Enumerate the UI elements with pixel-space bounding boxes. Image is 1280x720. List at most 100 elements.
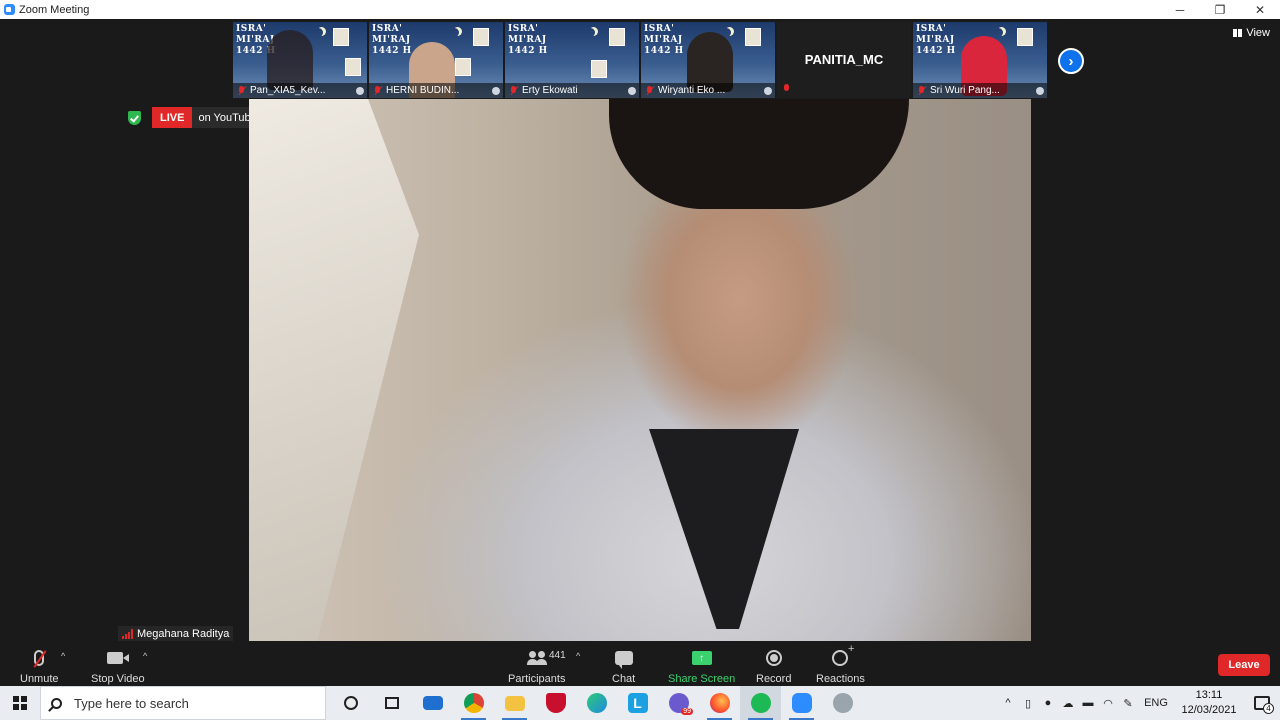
meeting-toolbar: Unmute ^ Stop Video ^ Participants 441 ^… (0, 641, 1280, 686)
show-hidden-icons-icon[interactable]: ^ (998, 686, 1018, 720)
reactions-icon (832, 643, 854, 666)
record-label: Record (756, 673, 792, 685)
chat-label: Chat (612, 673, 636, 685)
chevron-right-icon[interactable]: › (1058, 48, 1084, 74)
moon-icon (450, 28, 459, 37)
poster-photo (455, 58, 471, 76)
audio-options-caret[interactable]: ^ (61, 651, 65, 661)
action-center-button[interactable]: 4 (1244, 686, 1280, 720)
app-badge: 99 (681, 708, 693, 715)
status-icon (764, 87, 772, 95)
status-icon (492, 87, 500, 95)
meeting-area: ISRA' MI'RAJ 1442 H Pan_XIA5_Kev... ISRA… (0, 19, 1280, 642)
app-icon[interactable] (822, 686, 863, 720)
device-icon[interactable]: ▯ (1018, 686, 1038, 720)
file-explorer-icon[interactable] (494, 686, 535, 720)
participant-tile[interactable]: ISRA' MI'RAJ 1442 H Wiryanti Eko ... (641, 22, 775, 98)
participant-name: Erty Ekowati (522, 85, 578, 96)
shield-check-icon[interactable] (128, 110, 141, 125)
minimize-button[interactable]: ─ (1160, 0, 1200, 19)
share-screen-button[interactable]: ↑ Share Screen (668, 647, 735, 685)
close-button[interactable]: ✕ (1240, 0, 1280, 19)
microphone-icon[interactable]: ● (1038, 686, 1058, 720)
status-icon (356, 87, 364, 95)
pen-icon[interactable]: ✎ (1118, 686, 1138, 720)
unmute-label: Unmute (20, 673, 59, 685)
chat-button[interactable]: Chat (612, 647, 635, 685)
participant-name: Wiryanti Eko ... (658, 85, 726, 96)
participant-name-bar: Erty Ekowati (505, 83, 639, 98)
moon-icon (314, 28, 323, 37)
microphone-muted-icon (782, 84, 791, 94)
zoom-app-icon (4, 4, 15, 15)
unmute-button[interactable]: Unmute (20, 647, 59, 685)
leave-button[interactable]: Leave (1218, 654, 1270, 676)
restore-button[interactable]: ❐ (1200, 0, 1240, 19)
microphone-muted-icon (373, 85, 382, 96)
participant-name-bar: Pan_XIA5_Kev... (233, 83, 367, 98)
wifi-icon[interactable]: ◠ (1098, 686, 1118, 720)
zoom-icon[interactable] (781, 686, 822, 720)
microphone-muted-icon (917, 85, 926, 96)
stop-video-button[interactable]: Stop Video (91, 647, 145, 685)
poster-photo (745, 28, 761, 46)
language-indicator[interactable]: ENG (1138, 686, 1174, 720)
poster-text: ISRA' MI'RAJ 1442 H (508, 24, 548, 56)
chrome-icon[interactable] (453, 686, 494, 720)
poster-text: ISRA' MI'RAJ 1442 H (644, 24, 684, 56)
poster-photo (333, 28, 349, 46)
stop-video-label: Stop Video (91, 673, 145, 685)
l-app-icon[interactable]: L (617, 686, 658, 720)
reactions-button[interactable]: Reactions (816, 643, 865, 685)
participant-name: PANITIA_MC (804, 51, 884, 67)
grid-icon (1233, 29, 1243, 37)
record-button[interactable]: Record (756, 647, 791, 685)
participant-tile[interactable]: ISRA' MI'RAJ 1442 H Pan_XIA5_Kev... (233, 22, 367, 98)
window-titlebar: Zoom Meeting ─ ❐ ✕ (0, 0, 1280, 19)
moon-icon (586, 28, 595, 37)
video-options-caret[interactable]: ^ (143, 651, 147, 661)
mcafee-icon[interactable] (535, 686, 576, 720)
notification-app-icon[interactable]: 99 (658, 686, 699, 720)
microphone-muted-icon (237, 85, 246, 96)
cloud-icon[interactable]: ☁ (1058, 686, 1078, 720)
spotify-icon[interactable] (740, 686, 781, 720)
clock-date: 12/03/2021 (1181, 704, 1237, 716)
participant-name-bar: Sri Wuri Pang... (913, 83, 1047, 98)
start-button[interactable] (0, 686, 40, 720)
microphone-muted-icon (34, 650, 45, 666)
mail-icon[interactable] (412, 686, 453, 720)
participant-name-bar: HERNI BUDIN... (369, 83, 503, 98)
task-view-icon[interactable] (371, 686, 412, 720)
firefox-icon[interactable] (699, 686, 740, 720)
participants-icon (526, 651, 547, 665)
search-placeholder: Type here to search (74, 695, 189, 711)
view-button-label: View (1246, 27, 1270, 39)
clock[interactable]: 13:11 12/03/2021 (1174, 688, 1244, 718)
participant-tile[interactable]: ISRA' MI'RAJ 1442 H Erty Ekowati (505, 22, 639, 98)
share-screen-label: Share Screen (668, 673, 736, 685)
taskbar-search[interactable]: Type here to search (40, 686, 326, 720)
status-icon (1036, 87, 1044, 95)
window-title: Zoom Meeting (19, 3, 90, 16)
participant-tile[interactable]: PANITIA_MC (777, 22, 911, 98)
poster-photo (591, 60, 607, 78)
cortana-icon[interactable] (330, 686, 371, 720)
participant-name: HERNI BUDIN... (386, 85, 460, 96)
clock-time: 13:11 (1195, 689, 1223, 701)
poster-photo (1017, 28, 1033, 46)
taskbar-apps: L 99 (330, 686, 863, 720)
poster-photo (609, 28, 625, 46)
windows-taskbar: Type here to search L 99 ^ ▯ ● ☁ ▬ ◠ ✎ E… (0, 686, 1280, 720)
edge-icon[interactable] (576, 686, 617, 720)
participants-options-caret[interactable]: ^ (576, 651, 580, 661)
battery-icon[interactable]: ▬ (1078, 686, 1098, 720)
notification-count: 4 (1263, 703, 1274, 714)
participant-tile[interactable]: ISRA' MI'RAJ 1442 H HERNI BUDIN... (369, 22, 503, 98)
live-badge: LIVE (152, 107, 193, 128)
participant-name: Pan_XIA5_Kev... (250, 85, 326, 96)
view-button[interactable]: View (1233, 27, 1270, 39)
poster-text: ISRA' MI'RAJ 1442 H (916, 24, 956, 56)
participant-tile[interactable]: ISRA' MI'RAJ 1442 H Sri Wuri Pang... (913, 22, 1047, 98)
record-icon (765, 650, 782, 666)
